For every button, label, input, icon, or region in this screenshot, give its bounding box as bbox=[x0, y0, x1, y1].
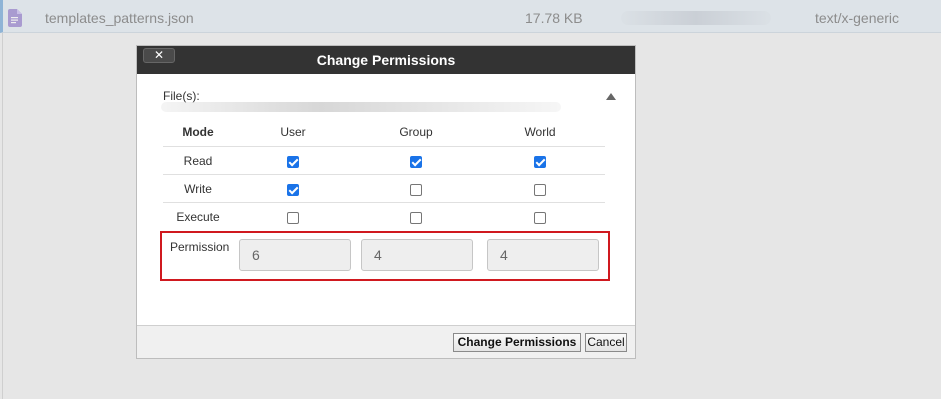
files-label: File(s): bbox=[163, 89, 200, 103]
row-label-execute: Execute bbox=[176, 210, 220, 224]
header-world: World bbox=[524, 125, 556, 139]
write-user-checkbox[interactable] bbox=[287, 183, 299, 196]
document-icon bbox=[8, 9, 22, 27]
divider bbox=[2, 33, 3, 399]
permission-highlight-box: Permission 6 4 4 bbox=[160, 231, 610, 281]
dialog-content[interactable]: File(s): Mode User Group World Read Writ… bbox=[137, 74, 635, 333]
write-world-checkbox[interactable] bbox=[534, 183, 546, 196]
read-group-checkbox[interactable] bbox=[410, 155, 422, 168]
execute-group-checkbox[interactable] bbox=[410, 211, 422, 224]
file-name: templates_patterns.json bbox=[45, 10, 194, 26]
dialog-title: Change Permissions bbox=[316, 52, 456, 68]
table-row-execute: Execute bbox=[163, 202, 605, 230]
blurred-file-list bbox=[161, 102, 561, 112]
file-type: text/x-generic bbox=[815, 10, 900, 26]
header-mode: Mode bbox=[182, 125, 214, 139]
permission-user-input[interactable]: 6 bbox=[239, 239, 351, 271]
permission-world-input[interactable]: 4 bbox=[487, 239, 599, 271]
permission-label: Permission bbox=[170, 240, 230, 254]
file-size: 17.78 KB bbox=[525, 10, 583, 26]
table-header-row: Mode User Group World bbox=[163, 118, 605, 146]
change-permissions-button[interactable]: Change Permissions bbox=[453, 333, 581, 352]
read-world-checkbox[interactable] bbox=[534, 155, 546, 168]
change-permissions-dialog: ✕ Change Permissions File(s): Mode User … bbox=[136, 45, 636, 359]
execute-world-checkbox[interactable] bbox=[534, 211, 546, 224]
file-row[interactable]: templates_patterns.json 17.78 KB text/x-… bbox=[0, 0, 941, 33]
execute-user-checkbox[interactable] bbox=[287, 211, 299, 224]
dialog-footer: Change Permissions Cancel bbox=[137, 325, 635, 358]
read-user-checkbox[interactable] bbox=[287, 155, 299, 168]
table-row-write: Write bbox=[163, 174, 605, 202]
table-row-read: Read bbox=[163, 146, 605, 174]
scroll-up-arrow-icon[interactable] bbox=[606, 93, 616, 100]
cancel-button[interactable]: Cancel bbox=[585, 333, 627, 352]
permission-group-input[interactable]: 4 bbox=[361, 239, 473, 271]
write-group-checkbox[interactable] bbox=[410, 183, 422, 196]
dialog-titlebar[interactable]: ✕ Change Permissions bbox=[137, 46, 635, 74]
header-group: Group bbox=[399, 125, 433, 139]
header-user: User bbox=[280, 125, 306, 139]
blurred-date bbox=[621, 11, 771, 25]
permissions-table: Mode User Group World Read Write Execute bbox=[163, 118, 605, 230]
row-label-write: Write bbox=[184, 182, 212, 196]
row-label-read: Read bbox=[183, 154, 213, 168]
